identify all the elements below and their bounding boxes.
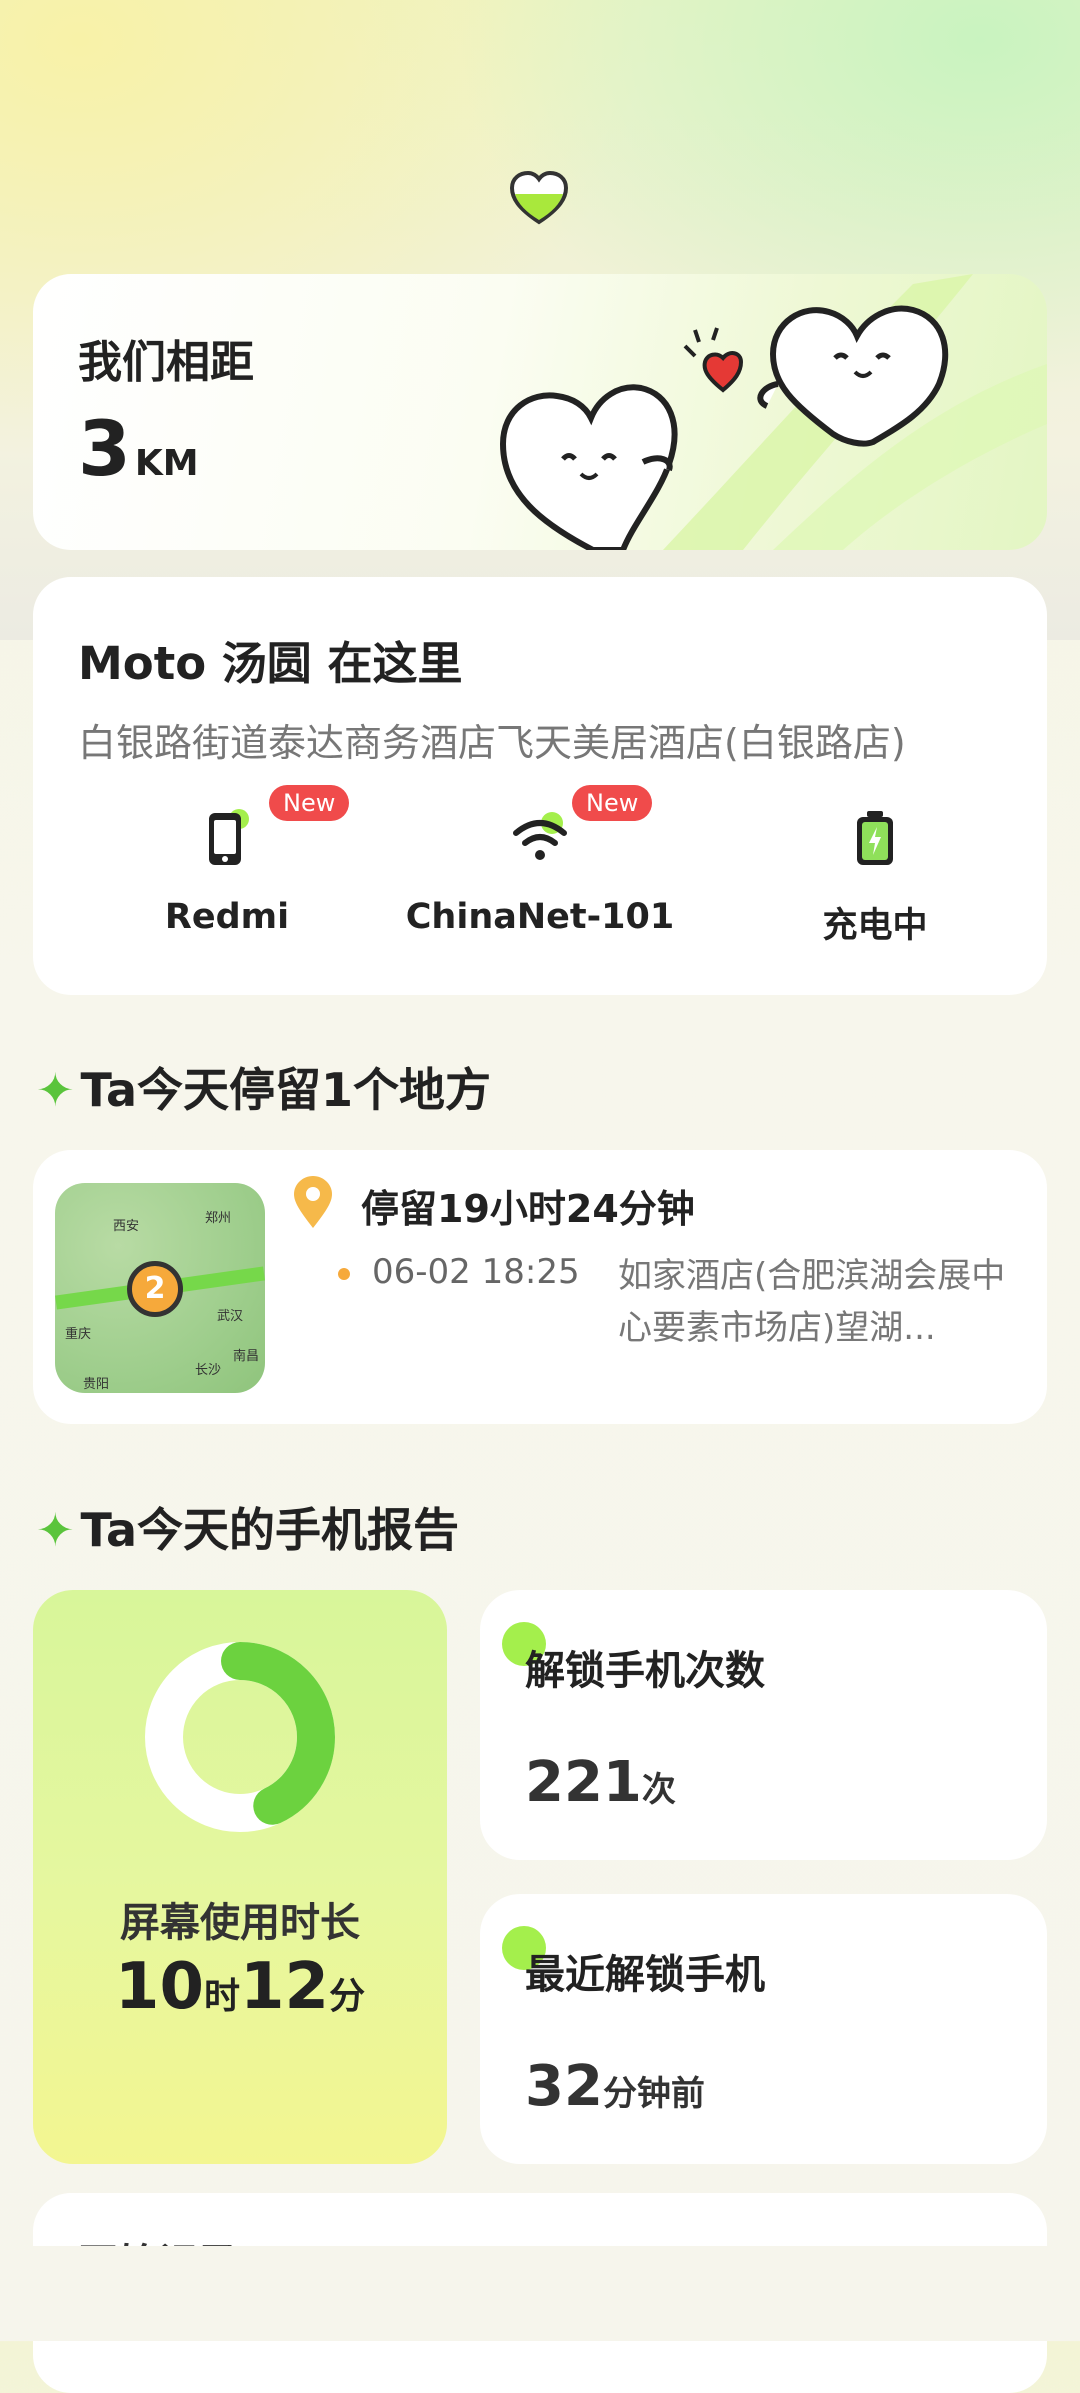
new-badge: New xyxy=(572,785,653,821)
distance-unit: KM xyxy=(134,443,199,484)
unlock-count-card[interactable]: 解锁手机次数 221次 xyxy=(480,1590,1047,1860)
sparkle-icon: ✦ xyxy=(36,1503,75,1557)
unlock-count-unit: 次 xyxy=(641,1770,676,1810)
unlock-count-value: 221次 xyxy=(525,1750,676,1815)
screen-minutes-unit: 分 xyxy=(329,1976,366,2017)
last-unlock-card[interactable]: 最近解锁手机 32分钟前 xyxy=(480,1894,1047,2164)
battery-charging-icon xyxy=(857,811,893,865)
status-battery[interactable]: 充电中 xyxy=(725,807,1025,948)
status-label: ChinaNet-101 xyxy=(405,897,675,937)
distance-value: 3 KM xyxy=(78,404,199,493)
bottom-fade xyxy=(0,2246,1080,2341)
screen-hours-unit: 时 xyxy=(203,1976,240,2017)
timeline-dot xyxy=(338,1267,350,1280)
map-city-label: 南昌 xyxy=(233,1349,260,1364)
map-city-label: 武汉 xyxy=(217,1309,244,1324)
location-address: 白银路街道泰达商务酒店飞天美居酒店(白银路店) xyxy=(78,721,906,765)
screen-time-value: 10时12分 xyxy=(33,1950,447,2024)
screen-time-label: 屏幕使用时长 xyxy=(120,1900,360,1946)
places-section-title-text: Ta今天停留1个地方 xyxy=(80,1063,492,1117)
stay-place: 如家酒店(合肥滨湖会展中心要素市场店)望湖... xyxy=(618,1256,1006,1348)
screen-time-card[interactable]: 屏幕使用时长 10时12分 xyxy=(33,1590,447,2164)
map-thumbnail[interactable]: 西安 郑州 重庆 武汉 长沙 南昌 贵阳 2 xyxy=(55,1183,265,1393)
map-city-label: 重庆 xyxy=(65,1327,92,1342)
report-section-title: ✦ Ta今天的手机报告 xyxy=(36,1494,459,1560)
heart-logo-icon xyxy=(509,170,569,225)
wifi-icon xyxy=(513,812,567,860)
map-city-label: 西安 xyxy=(113,1219,140,1234)
last-unlock-label: 最近解锁手机 xyxy=(525,1952,765,1998)
new-badge: New xyxy=(269,785,350,821)
last-unlock-unit: 分钟前 xyxy=(602,2074,705,2114)
stay-card[interactable]: 西安 郑州 重庆 武汉 长沙 南昌 贵阳 2 停留19小时24分钟 06-02 … xyxy=(33,1150,1047,1424)
map-city-label: 长沙 xyxy=(195,1363,222,1378)
couple-hearts-illustration xyxy=(499,274,1047,550)
map-city-label: 郑州 xyxy=(205,1211,232,1226)
sparkle-icon: ✦ xyxy=(36,1063,75,1117)
last-unlock-value: 32分钟前 xyxy=(525,2054,705,2119)
location-pin-icon xyxy=(294,1176,332,1228)
report-section-title-text: Ta今天的手机报告 xyxy=(80,1503,460,1557)
status-device[interactable]: New Redmi xyxy=(77,785,377,937)
location-title: Moto 汤圆 在这里 xyxy=(78,637,463,690)
map-city-label: 贵阳 xyxy=(83,1377,110,1392)
map-cluster-pin: 2 xyxy=(127,1261,183,1317)
stay-time-text: 06-02 18:25 xyxy=(372,1252,580,1292)
screen-minutes: 12 xyxy=(240,1950,330,2024)
distance-title: 我们相距 xyxy=(78,337,254,388)
unlock-count-number: 221 xyxy=(525,1750,642,1815)
screen-hours: 10 xyxy=(114,1950,204,2024)
status-label: Redmi xyxy=(164,897,290,937)
unlock-count-label: 解锁手机次数 xyxy=(525,1648,765,1694)
status-label: 充电中 xyxy=(822,906,928,946)
stay-time: 06-02 18:25 xyxy=(338,1252,580,1292)
stay-duration: 停留19小时24分钟 xyxy=(361,1187,695,1231)
places-section-title: ✦ Ta今天停留1个地方 xyxy=(36,1054,491,1120)
distance-number: 3 xyxy=(78,404,131,493)
status-wifi[interactable]: New ChinaNet-101 xyxy=(390,785,690,937)
location-card[interactable]: Moto 汤圆 在这里 白银路街道泰达商务酒店飞天美居酒店(白银路店) New … xyxy=(33,577,1047,995)
phone-icon xyxy=(209,809,249,865)
distance-card[interactable]: 我们相距 3 KM xyxy=(33,274,1047,550)
last-unlock-number: 32 xyxy=(525,2054,603,2119)
screen-time-ring xyxy=(145,1642,335,1832)
